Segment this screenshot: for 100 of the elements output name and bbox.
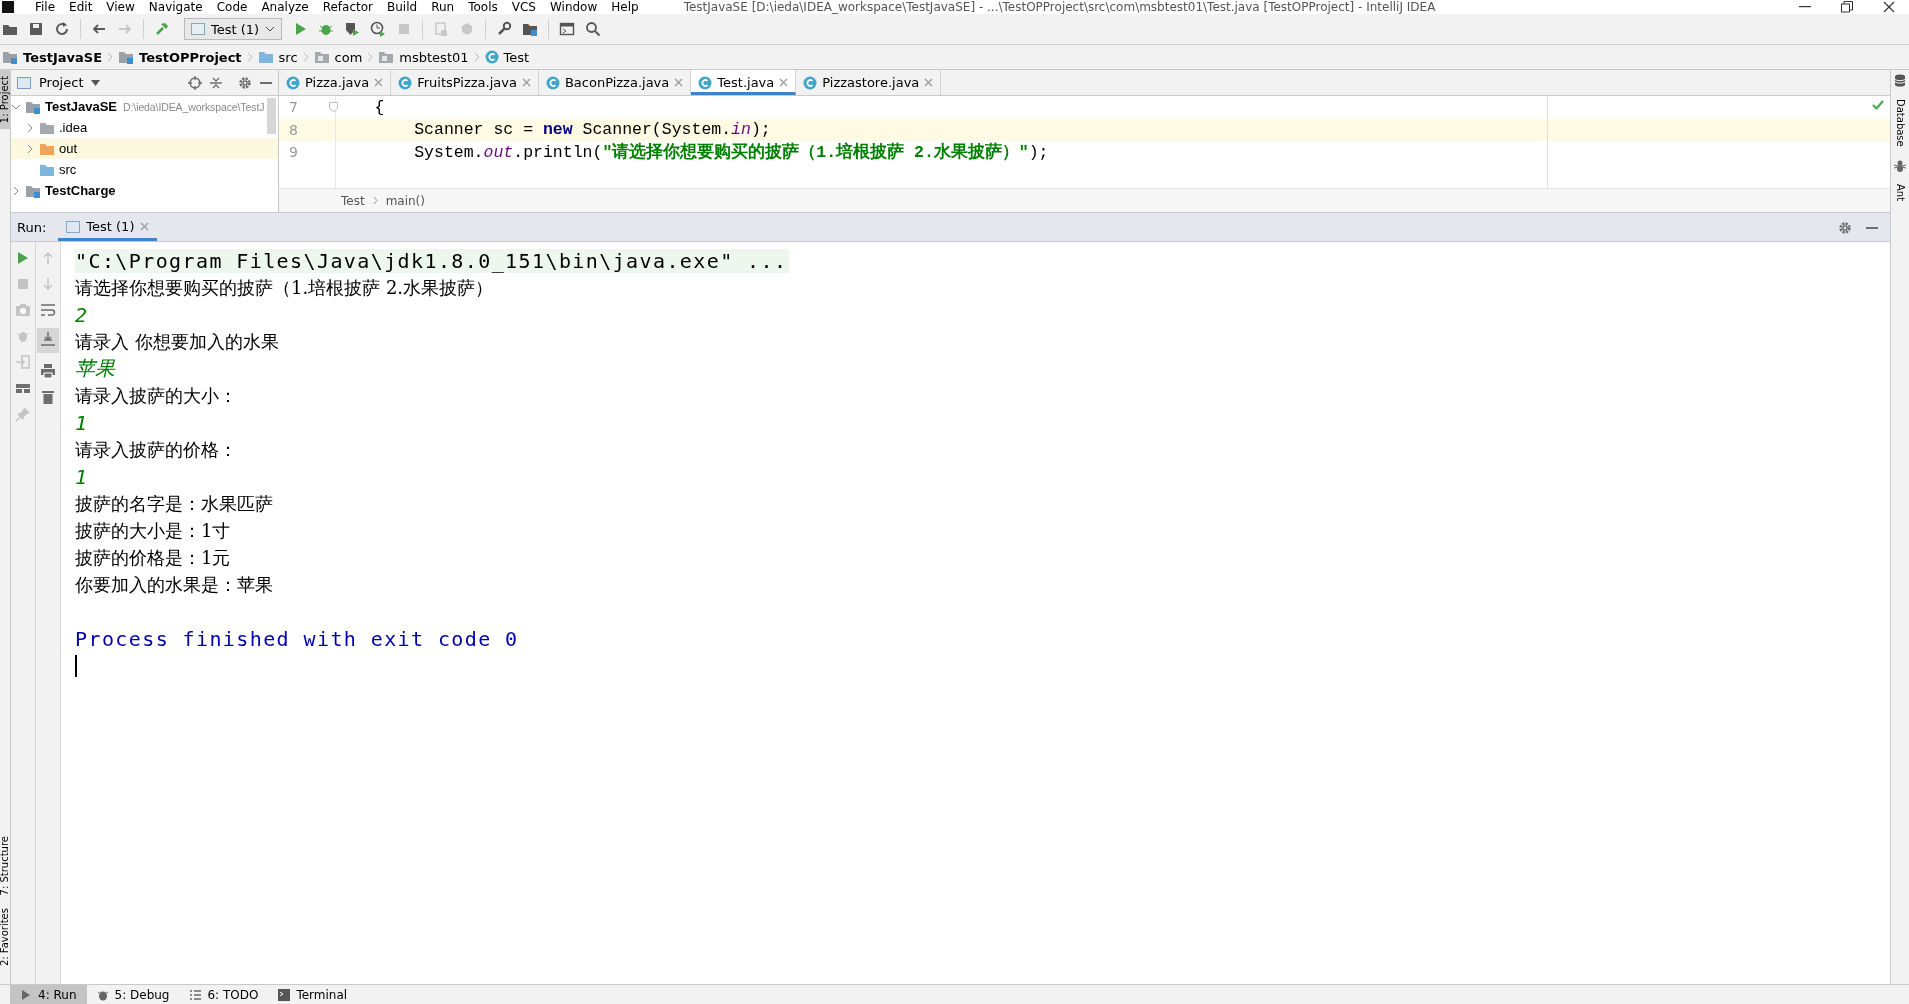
close-tab-icon[interactable] bbox=[779, 78, 789, 87]
close-tab-icon[interactable] bbox=[521, 78, 531, 87]
menu-item[interactable]: Run bbox=[424, 0, 462, 14]
menu-item[interactable]: Code bbox=[209, 0, 255, 14]
run-configuration-dropdown[interactable]: Test (1) bbox=[184, 18, 283, 40]
project-view-icon bbox=[17, 76, 31, 89]
tool-window-button[interactable]: Terminal bbox=[268, 985, 358, 1004]
breadcrumb-item[interactable]: TestJavaSE bbox=[23, 49, 102, 65]
tree-item-label: out bbox=[59, 141, 78, 156]
menu-item[interactable]: File bbox=[28, 0, 63, 14]
menu-item[interactable]: Navigate bbox=[141, 0, 210, 14]
save-icon[interactable] bbox=[28, 21, 44, 37]
chevron-icon bbox=[246, 50, 253, 64]
print-icon[interactable] bbox=[40, 363, 56, 379]
soft-wrap-icon[interactable] bbox=[40, 302, 56, 318]
folder-icon bbox=[313, 50, 330, 64]
line-number: 8 bbox=[288, 121, 299, 138]
menu-item[interactable]: Analyze bbox=[254, 0, 316, 14]
menu-item[interactable]: VCS bbox=[504, 0, 543, 14]
breadcrumb-item[interactable]: Test bbox=[341, 193, 365, 208]
menu-item[interactable]: Build bbox=[380, 0, 425, 14]
profile-icon[interactable] bbox=[370, 21, 387, 37]
console-input-text: 2 bbox=[75, 302, 88, 327]
tree-item[interactable]: TestJavaSE D:\ieda\IDEA_workspace\TestJ bbox=[11, 96, 278, 117]
menu-item[interactable]: Refactor bbox=[315, 0, 381, 14]
restore-icon[interactable] bbox=[1841, 1, 1853, 13]
tool-window-button[interactable]: 6: TODO bbox=[179, 985, 269, 1004]
tree-item[interactable]: out bbox=[11, 138, 278, 159]
console-output: 披萨的大小是：1寸 bbox=[75, 518, 231, 543]
tree-item-label: TestCharge bbox=[45, 183, 116, 198]
scrollbar-thumb[interactable] bbox=[267, 98, 276, 134]
chevron-icon bbox=[372, 196, 378, 205]
menu-item[interactable]: View bbox=[99, 0, 142, 14]
breadcrumb-item[interactable]: Test bbox=[503, 49, 530, 65]
locate-icon[interactable] bbox=[188, 75, 202, 90]
module-folder-icon bbox=[118, 50, 134, 64]
close-tab-icon[interactable] bbox=[674, 78, 684, 87]
close-tab-icon[interactable] bbox=[374, 78, 384, 87]
editor-tab[interactable]: Test.java bbox=[691, 70, 797, 95]
collapse-all-icon[interactable] bbox=[210, 75, 222, 90]
window-icon bbox=[66, 220, 81, 233]
trash-icon[interactable] bbox=[40, 389, 56, 405]
tool-window-tab[interactable]: Database bbox=[1895, 93, 1905, 153]
terminal-window-icon[interactable] bbox=[559, 21, 576, 37]
tool-window-tab[interactable]: Ant bbox=[1895, 177, 1905, 207]
caret-icon bbox=[265, 25, 276, 33]
module-folder-icon bbox=[2, 50, 18, 64]
console-input-text: 1 bbox=[75, 410, 88, 435]
editor-tab-label: Pizzastore.java bbox=[822, 75, 920, 90]
settings-icon[interactable] bbox=[238, 75, 252, 90]
tree-item-label: TestJavaSE bbox=[45, 99, 118, 114]
wrench-icon[interactable] bbox=[496, 21, 513, 37]
caret-icon[interactable] bbox=[91, 79, 101, 86]
breadcrumb-item[interactable]: src bbox=[278, 49, 298, 65]
panel-title[interactable]: Project bbox=[39, 75, 84, 90]
tree-item[interactable]: TestCharge bbox=[11, 180, 278, 201]
project-structure-icon[interactable] bbox=[522, 21, 539, 37]
console-input-text: 苹果 bbox=[75, 355, 115, 382]
hammer-icon[interactable] bbox=[154, 21, 170, 37]
breadcrumb-item[interactable]: TestOPProject bbox=[139, 49, 242, 65]
menu-item[interactable]: Window bbox=[542, 0, 605, 14]
sync-icon[interactable] bbox=[54, 21, 70, 37]
settings-icon[interactable] bbox=[1838, 221, 1852, 235]
text-cursor bbox=[75, 654, 77, 677]
editor-tab[interactable]: Pizza.java bbox=[279, 70, 392, 95]
menu-item[interactable]: Help bbox=[604, 0, 646, 14]
console-output: 请录入披萨的价格： bbox=[75, 437, 237, 462]
close-tab-icon[interactable] bbox=[924, 78, 934, 87]
window-title: TestJavaSE [D:\ieda\IDEA_workspace\TestJavaSE] - ...\TestOPProject\src\com\msbtest01\Test.java [TestOPProject] - IntelliJ IDEA bbox=[683, 0, 1436, 14]
menu-item[interactable]: Edit bbox=[62, 0, 100, 14]
coverage-icon[interactable] bbox=[344, 21, 361, 37]
tool-window-button[interactable]: 5: Debug bbox=[86, 985, 180, 1004]
menu-item[interactable]: Tools bbox=[461, 0, 505, 14]
breadcrumb-item[interactable]: msbtest01 bbox=[399, 49, 469, 65]
run-icon bbox=[20, 988, 32, 1001]
breadcrumb-item[interactable]: com bbox=[334, 49, 363, 65]
class-icon bbox=[545, 75, 560, 90]
breadcrumb-item[interactable]: main() bbox=[385, 193, 425, 208]
tool-window-button[interactable]: 4: Run bbox=[10, 985, 87, 1004]
close-tab-icon[interactable] bbox=[140, 222, 150, 231]
close-icon[interactable] bbox=[1883, 1, 1895, 13]
module-path: D:\ieda\IDEA_workspace\TestJ bbox=[123, 100, 265, 113]
class-icon bbox=[698, 75, 713, 90]
tree-item[interactable]: src bbox=[11, 159, 278, 180]
fold-marker-icon[interactable] bbox=[329, 102, 338, 112]
search-icon[interactable] bbox=[585, 21, 602, 37]
folder-icon bbox=[257, 50, 274, 64]
scroll-to-end-icon[interactable] bbox=[40, 331, 56, 347]
editor-tab[interactable]: FruitsPizza.java bbox=[391, 70, 539, 95]
code-line: { bbox=[373, 97, 385, 117]
tree-item[interactable]: .idea bbox=[11, 117, 278, 138]
panel-title: Run: bbox=[17, 220, 47, 237]
editor-tab[interactable]: Pizzastore.java bbox=[796, 70, 942, 95]
chevron-icon bbox=[302, 50, 309, 64]
editor-tab-label: FruitsPizza.java bbox=[417, 75, 517, 90]
line-number: 7 bbox=[288, 99, 299, 116]
editor-tab-label: Test.java bbox=[717, 75, 775, 90]
class-icon bbox=[398, 75, 413, 90]
console-output: 请选择你想要购买的披萨（1.培根披萨 2.水果披萨） bbox=[75, 275, 494, 300]
database-icon bbox=[1894, 74, 1906, 87]
